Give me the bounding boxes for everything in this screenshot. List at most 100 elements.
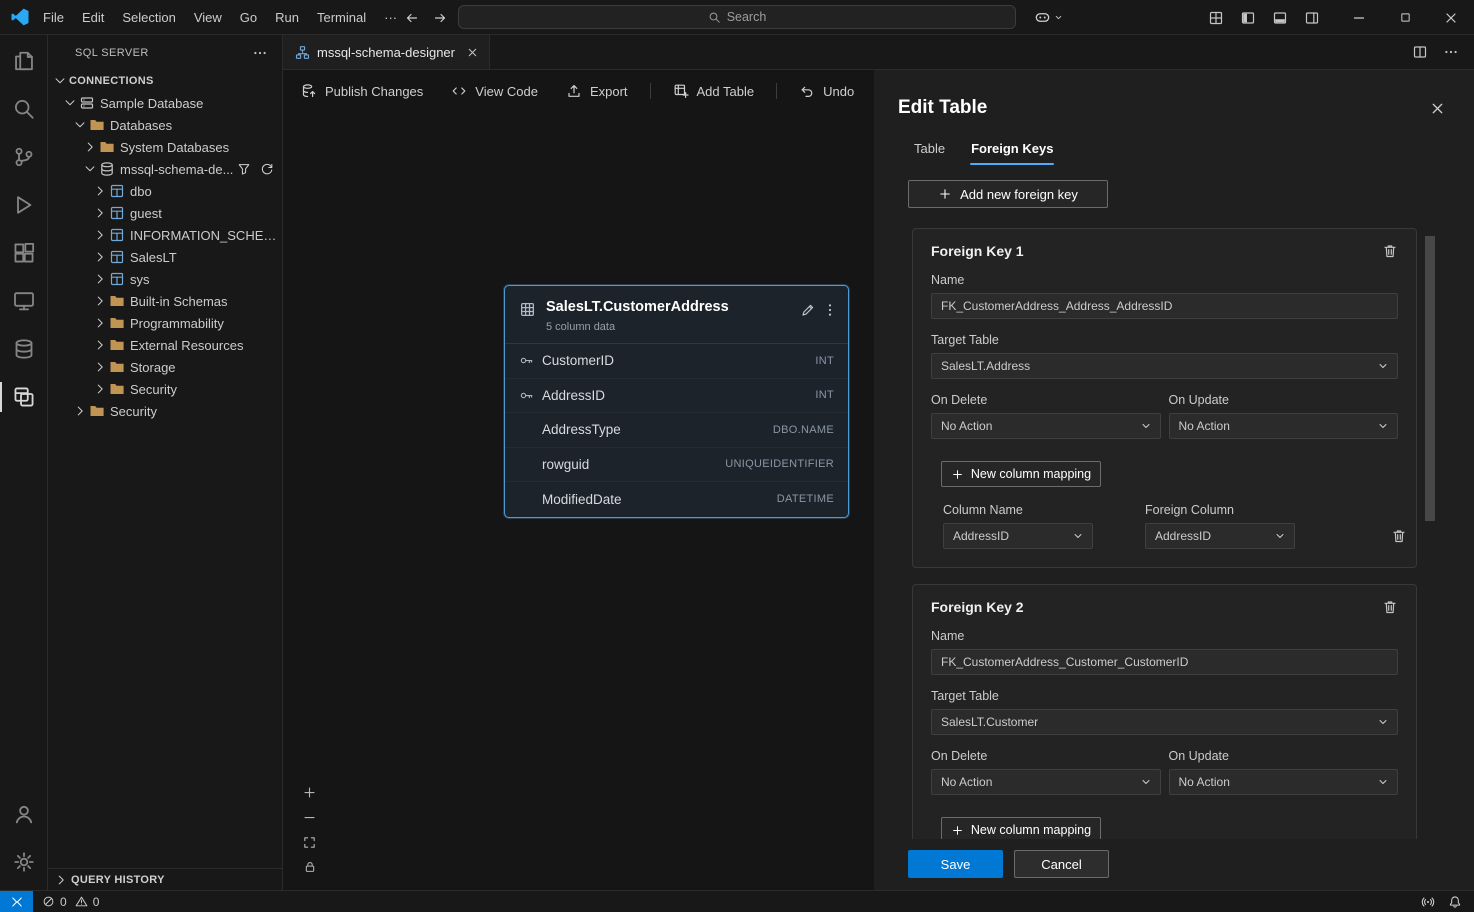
menu-file[interactable]: File: [34, 6, 73, 29]
column-row-addresstype[interactable]: AddressTypeDBO.NAME: [505, 413, 848, 448]
undo-button[interactable]: Undo: [799, 83, 854, 99]
tree-item-external-resources[interactable]: External Resources: [48, 334, 282, 356]
query-history-section[interactable]: QUERY HISTORY: [48, 868, 282, 890]
view-code-button[interactable]: View Code: [451, 83, 538, 99]
toggle-panel-button[interactable]: [1272, 10, 1288, 26]
column-name-select[interactable]: AddressID: [943, 523, 1093, 549]
menu-run[interactable]: Run: [266, 6, 308, 29]
column-row-modifieddate[interactable]: ModifiedDateDATETIME: [505, 482, 848, 517]
forward-button[interactable]: [432, 10, 448, 26]
zoom-out-button[interactable]: [302, 810, 317, 825]
column-row-addressid[interactable]: AddressIDINT: [505, 379, 848, 414]
tree-item-built-in-schemas[interactable]: Built-in Schemas: [48, 290, 282, 312]
menu-edit[interactable]: Edit: [73, 6, 113, 29]
titlebar: FileEditSelectionViewGoRunTerminal··· Se…: [0, 0, 1474, 35]
tree-item-system-databases[interactable]: System Databases: [48, 136, 282, 158]
activity-database-projects[interactable]: [0, 325, 47, 373]
on-update-select[interactable]: No Action: [1169, 413, 1399, 439]
command-center-search[interactable]: Search: [458, 5, 1016, 29]
tree-item-databases[interactable]: Databases: [48, 114, 282, 136]
publish-changes-button[interactable]: Publish Changes: [301, 83, 423, 99]
problems-status[interactable]: 0 0: [42, 895, 102, 909]
activity-source-control[interactable]: [0, 133, 47, 181]
activity-accounts[interactable]: [0, 790, 47, 838]
tree-item-mssql-schema-de[interactable]: mssql-schema-de...: [48, 158, 282, 180]
tree-item-label: Sample Database: [100, 96, 203, 111]
tree-item-information-schema[interactable]: INFORMATION_SCHEMA: [48, 224, 282, 246]
foreign-key-name-input[interactable]: FK_CustomerAddress_Address_AddressID: [931, 293, 1398, 319]
menu-terminal[interactable]: Terminal: [308, 6, 375, 29]
menu-overflow[interactable]: ···: [375, 6, 406, 29]
toggle-secondary-sidebar-button[interactable]: [1304, 10, 1320, 26]
table-node-customeraddress[interactable]: SalesLT.CustomerAddress 5 column data Cu…: [504, 285, 849, 518]
notifications-bell-button[interactable]: [1448, 895, 1462, 909]
activity-remote-explorer[interactable]: [0, 277, 47, 325]
activity-run-debug[interactable]: [0, 181, 47, 229]
activity-search[interactable]: [0, 85, 47, 133]
column-row-rowguid[interactable]: rowguidUNIQUEIDENTIFIER: [505, 448, 848, 483]
target-table-select[interactable]: SalesLT.Customer: [931, 709, 1398, 735]
tab-foreign-keys[interactable]: Foreign Keys: [961, 135, 1063, 165]
broadcast-button[interactable]: [1421, 895, 1435, 909]
close-tab-button[interactable]: [466, 46, 479, 59]
lock-canvas-button[interactable]: [303, 860, 317, 874]
split-editor-button[interactable]: [1412, 44, 1428, 60]
customize-layout-button[interactable]: [1208, 10, 1224, 26]
copilot-button[interactable]: [1034, 0, 1064, 35]
activity-explorer[interactable]: [0, 37, 47, 85]
menu-go[interactable]: Go: [231, 6, 266, 29]
add-foreign-key-button[interactable]: Add new foreign key: [908, 180, 1108, 208]
tree-item-saleslt[interactable]: SalesLT: [48, 246, 282, 268]
sidebar-more-actions-button[interactable]: [252, 45, 268, 61]
column-row-customerid[interactable]: CustomerIDINT: [505, 344, 848, 379]
filter-button[interactable]: [237, 162, 251, 176]
tab-table[interactable]: Table: [904, 135, 955, 165]
new-column-mapping-button[interactable]: New column mapping: [941, 461, 1101, 487]
menu-view[interactable]: View: [185, 6, 231, 29]
fit-view-button[interactable]: [302, 835, 317, 850]
tree-item-sys[interactable]: sys: [48, 268, 282, 290]
on-update-select[interactable]: No Action: [1169, 769, 1399, 795]
delete-mapping-button[interactable]: [1391, 528, 1407, 544]
tree-item-security[interactable]: Security: [48, 378, 282, 400]
save-button[interactable]: Save: [908, 850, 1003, 878]
tree-item-programmability[interactable]: Programmability: [48, 312, 282, 334]
close-window-button[interactable]: [1428, 0, 1474, 35]
back-button[interactable]: [404, 10, 420, 26]
zoom-in-button[interactable]: [302, 785, 317, 800]
more-actions-button[interactable]: [1443, 44, 1459, 60]
export-button[interactable]: Export: [566, 83, 628, 99]
activity-sql-server[interactable]: [0, 373, 47, 421]
remote-indicator[interactable]: [0, 891, 33, 912]
panel-scrollbar[interactable]: [1425, 236, 1435, 838]
tab-mssql-schema-designer[interactable]: mssql-schema-designer: [283, 35, 490, 69]
add-table-button[interactable]: Add Table: [673, 83, 755, 99]
close-panel-button[interactable]: [1429, 100, 1446, 117]
cancel-button[interactable]: Cancel: [1014, 850, 1109, 878]
refresh-button[interactable]: [260, 162, 274, 176]
on-delete-select[interactable]: No Action: [931, 769, 1161, 795]
edit-table-button[interactable]: [800, 302, 816, 318]
tree-item-dbo[interactable]: dbo: [48, 180, 282, 202]
scrollbar-thumb[interactable]: [1425, 236, 1435, 521]
minimize-button[interactable]: [1336, 0, 1382, 35]
toggle-sidebar-button[interactable]: [1240, 10, 1256, 26]
new-column-mapping-button[interactable]: New column mapping: [941, 817, 1101, 839]
foreign-column-select[interactable]: AddressID: [1145, 523, 1295, 549]
tree-item-sample-database[interactable]: Sample Database: [48, 92, 282, 114]
table-menu-button[interactable]: [822, 302, 838, 318]
tree-item-guest[interactable]: guest: [48, 202, 282, 224]
connections-section-header[interactable]: CONNECTIONS: [48, 70, 282, 92]
menu-selection[interactable]: Selection: [113, 6, 184, 29]
tree-item-security[interactable]: Security: [48, 400, 282, 422]
maximize-button[interactable]: [1382, 0, 1428, 35]
delete-foreign-key-button[interactable]: [1382, 243, 1398, 259]
foreign-key-name-input[interactable]: FK_CustomerAddress_Customer_CustomerID: [931, 649, 1398, 675]
delete-foreign-key-button[interactable]: [1382, 599, 1398, 615]
activity-settings[interactable]: [0, 838, 47, 886]
activity-extensions[interactable]: [0, 229, 47, 277]
on-delete-select[interactable]: No Action: [931, 413, 1161, 439]
designer-canvas[interactable]: Publish Changes View Code Export Add Table U…: [283, 70, 874, 890]
target-table-select[interactable]: SalesLT.Address: [931, 353, 1398, 379]
tree-item-storage[interactable]: Storage: [48, 356, 282, 378]
